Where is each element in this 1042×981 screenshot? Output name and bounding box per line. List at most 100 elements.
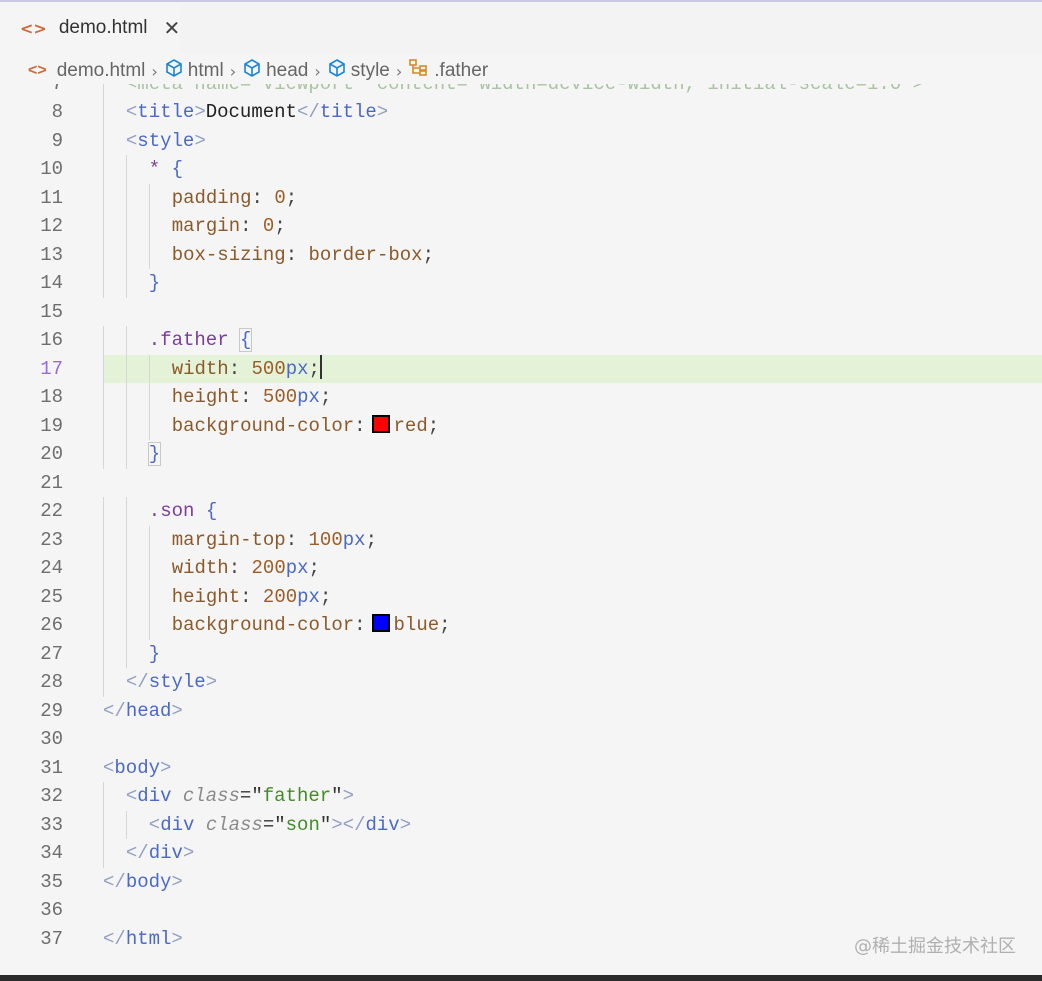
code-token: padding [171, 186, 252, 209]
chevron-right-icon: › [151, 61, 158, 81]
code-line[interactable]: 15 [0, 298, 1042, 327]
breadcrumb-item[interactable]: head [242, 58, 308, 84]
code-token: 200 [251, 557, 286, 579]
code-line[interactable]: 19 background-color: red; [0, 411, 1042, 440]
code-token: < [103, 756, 115, 779]
line-number: 31 [40, 756, 63, 779]
code-line[interactable]: 30 [0, 725, 1042, 754]
code-line[interactable]: 8 <title>Document</title> [0, 98, 1042, 127]
indent-guide [125, 240, 127, 269]
code-editor[interactable]: 7 <meta name="viewport" content="width=de… [0, 84, 1042, 974]
code-content: .father { [148, 326, 253, 355]
code-token: } [148, 642, 161, 665]
line-number: 22 [40, 500, 63, 522]
code-content: <title>Document</title> [126, 98, 388, 127]
code-line[interactable]: 29 </head> [0, 697, 1042, 726]
code-line[interactable]: 32 <div class="father"> [0, 782, 1042, 811]
indent-guide [103, 183, 104, 212]
line-number: 15 [40, 300, 63, 323]
code-line[interactable]: 17 width: 500px; [0, 354, 1042, 383]
line-number: 27 [40, 642, 63, 665]
indent-guide [125, 810, 127, 839]
code-line[interactable]: 10 * { [0, 155, 1042, 184]
breadcrumb-item[interactable]: <> demo.html [28, 60, 145, 82]
code-content: </style> [126, 668, 217, 697]
code-line[interactable]: 21 [0, 469, 1042, 498]
code-line[interactable]: 36 [0, 896, 1042, 925]
code-line[interactable]: 20} [0, 440, 1042, 469]
indent-guide [103, 554, 104, 583]
code-token: red [393, 414, 428, 437]
code-token: 200 [262, 585, 298, 608]
code-line[interactable]: 34 </div> [0, 839, 1042, 868]
code-token: ></ [331, 813, 366, 836]
color-swatch[interactable] [371, 614, 390, 632]
close-icon[interactable]: ✕ [164, 16, 181, 40]
code-line[interactable]: 18 height: 500px; [0, 383, 1042, 412]
code-token: ; [319, 585, 332, 608]
breadcrumb-item[interactable]: html [164, 58, 224, 84]
code-content: </body> [103, 868, 183, 897]
indent-guide [148, 554, 150, 583]
indent-guide [148, 411, 150, 440]
indent-guide [103, 582, 104, 611]
code-content: } [149, 269, 160, 298]
breadcrumb-label: head [266, 60, 309, 81]
code-line[interactable]: 16 .father { [0, 326, 1042, 355]
code-token: class [205, 813, 263, 836]
chevron-right-icon: › [229, 61, 237, 81]
code-token: class [182, 785, 240, 807]
code-token: > [171, 927, 183, 950]
code-content: box-sizing: border-box; [172, 241, 434, 270]
color-swatch[interactable] [371, 414, 390, 433]
code-token: div [137, 785, 183, 807]
code-line[interactable]: 27} [0, 639, 1042, 668]
code-line[interactable]: 23 margin-top: 100px; [0, 525, 1042, 555]
code-content: height: 200px; [172, 583, 332, 612]
line-number: 12 [40, 215, 63, 237]
code-content: margin-top: 100px; [172, 526, 377, 555]
code-token: : [285, 528, 309, 551]
code-line[interactable]: 33 <div class="son"></div> [0, 810, 1042, 840]
code-line[interactable]: 26 background-color: blue; [0, 611, 1042, 640]
indent-guide [148, 240, 150, 269]
indent-guide [125, 554, 127, 583]
line-number: 29 [40, 699, 63, 722]
tab-demo-html[interactable]: <> demo.html ✕ [0, 2, 181, 54]
code-token: ; [285, 186, 298, 209]
code-token: " [319, 813, 332, 836]
code-token: border-box [308, 243, 423, 266]
code-line[interactable]: 11 padding: 0; [0, 183, 1042, 212]
code-token: </ [103, 870, 126, 893]
code-token: .father [148, 329, 241, 351]
breadcrumb-item[interactable]: .father [408, 58, 488, 84]
code-token: > [205, 671, 218, 693]
code-line[interactable]: 9 <style> [0, 126, 1042, 155]
code-line[interactable]: 7 <meta name="viewport" content="width=de… [0, 84, 1042, 98]
code-token: : [228, 357, 252, 380]
code-token: { [205, 500, 218, 522]
code-token: height [171, 386, 241, 408]
line-number: 13 [40, 243, 63, 266]
chevron-right-icon: › [314, 61, 321, 81]
code-line[interactable]: 24 width: 200px; [0, 554, 1042, 583]
code-line[interactable]: 31 <body> [0, 754, 1042, 783]
breadcrumb-item[interactable]: style [327, 58, 390, 84]
code-token: background-color [171, 414, 355, 437]
code-line[interactable]: 13 box-sizing: border-box; [0, 240, 1042, 270]
code-line[interactable]: 25 height: 200px; [0, 582, 1042, 612]
code-line[interactable]: 28 </style> [0, 668, 1042, 697]
indent-guide [148, 383, 150, 412]
code-line[interactable]: 22 .son { [0, 497, 1042, 526]
code-line[interactable]: 35 </body> [0, 868, 1042, 897]
code-token: { [171, 158, 184, 180]
code-content: <div class="son"></div> [149, 811, 411, 840]
indent-guide [125, 411, 127, 440]
indent-guide [125, 582, 127, 611]
code-line[interactable]: 14} [0, 269, 1042, 298]
indent-guide [125, 611, 127, 640]
code-token: background-color [171, 614, 355, 636]
line-number: 32 [40, 785, 63, 807]
code-token: > [194, 129, 206, 152]
code-line[interactable]: 12 margin: 0; [0, 212, 1042, 241]
